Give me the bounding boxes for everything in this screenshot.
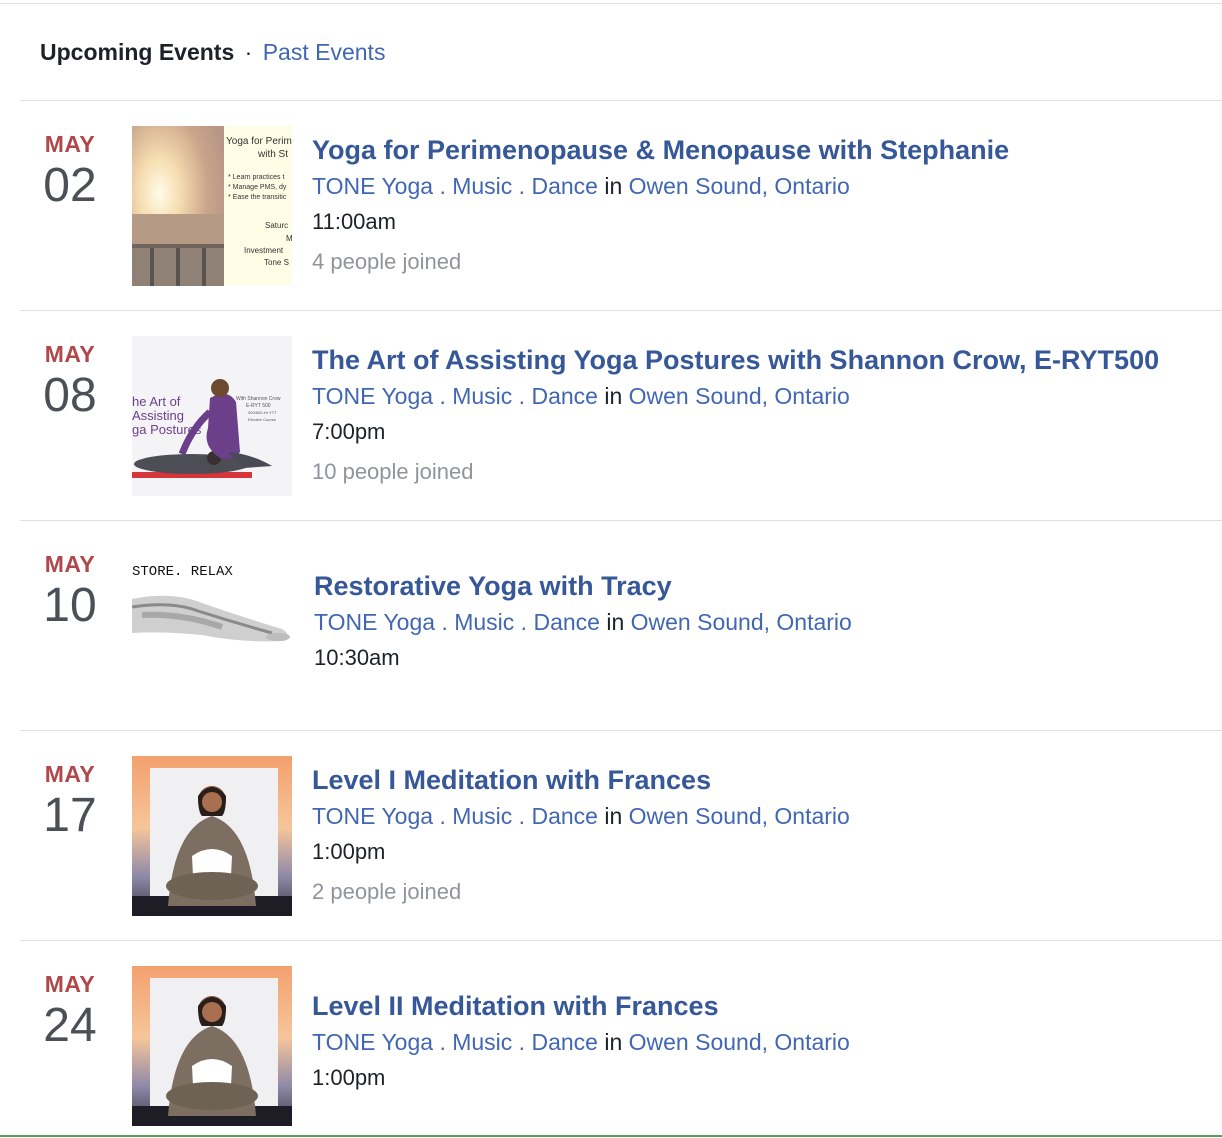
svg-text:* Manage PMS, dy: * Manage PMS, dy [228,184,287,191]
svg-text:Tone S: Tone S [264,258,289,267]
svg-text:Investment: Investment [244,246,284,255]
event-list: MAY 02 Yoga for Perim with St * Learn pr… [0,0,1222,1138]
event-info: Restorative Yoga with Tracy TONE Yoga . … [314,569,1219,673]
event-month: MAY [44,341,96,367]
event-date: MAY 17 [20,761,120,845]
event-info: Level II Meditation with Frances TONE Yo… [312,989,1217,1093]
event-date: MAY 02 [20,131,120,215]
assisting-postures-poster-image: he Art of Assisting ga Postures With Sha… [132,336,292,496]
event-month: MAY [44,971,96,997]
svg-text:Saturc: Saturc [265,221,288,230]
event-date: MAY 24 [20,971,120,1055]
meditation-poster-image [132,966,292,1126]
event-time: 1:00pm [312,839,386,864]
event-in-text: in [604,173,623,199]
event-location-link[interactable]: Owen Sound, Ontario [631,609,852,635]
event-in-text: in [604,803,623,829]
event-meta: TONE Yoga . Music . Dance in Owen Sound,… [312,171,1217,201]
event-joined-count[interactable]: 2 people joined [312,877,1217,907]
event-host-link[interactable]: TONE Yoga . Music . Dance [312,803,598,829]
bottom-divider [0,1135,1222,1137]
event-title-link[interactable]: Restorative Yoga with Tracy [314,569,1219,603]
meditation-poster-image [132,756,292,916]
event-thumbnail[interactable]: he Art of Assisting ga Postures With Sha… [132,336,292,496]
event-day: 17 [43,789,97,842]
event-title-link[interactable]: Level II Meditation with Frances [312,989,1217,1023]
event-item: MAY 17 Level I Meditation with Frances T… [20,730,1222,941]
event-meta: TONE Yoga . Music . Dance in Owen Sound,… [312,801,1217,831]
restorative-poster-image: STORE. RELAX [132,551,292,671]
event-host-link[interactable]: TONE Yoga . Music . Dance [312,383,598,409]
event-day: 10 [43,579,97,632]
svg-text:Elective Course: Elective Course [248,417,277,422]
event-title-link[interactable]: Yoga for Perimenopause & Menopause with … [312,133,1217,167]
event-date: MAY 08 [20,341,120,425]
event-location-link[interactable]: Owen Sound, Ontario [629,803,850,829]
event-time: 7:00pm [312,419,386,444]
svg-text:300/500-Hr YTT: 300/500-Hr YTT [248,410,277,415]
event-host-link[interactable]: TONE Yoga . Music . Dance [314,609,600,635]
event-day: 24 [43,999,97,1052]
event-thumbnail[interactable]: Yoga for Perim with St * Learn practices… [132,126,292,286]
event-item: MAY 02 Yoga for Perim with St * Learn pr… [20,100,1222,311]
svg-text:* Learn practices t: * Learn practices t [228,174,284,181]
sunset-poster-image: Yoga for Perim with St * Learn practices… [132,126,292,286]
event-time: 1:00pm [312,1065,386,1090]
svg-text:he Art of: he Art of [132,394,181,409]
svg-text:With Shannon Crow: With Shannon Crow [236,396,281,402]
event-month: MAY [44,761,96,787]
event-date: MAY 10 [20,551,120,635]
event-info: Level I Meditation with Frances TONE Yog… [312,763,1217,907]
svg-text:E-RYT 500: E-RYT 500 [246,403,271,409]
svg-text:M: M [286,234,292,243]
svg-text:STORE. RELAX: STORE. RELAX [132,564,233,580]
svg-text:ga Postures: ga Postures [132,422,202,437]
event-item: MAY 10 STORE. RELAX Restorative Yoga wit… [20,520,1222,731]
event-info: Yoga for Perimenopause & Menopause with … [312,133,1217,277]
event-location-link[interactable]: Owen Sound, Ontario [629,383,850,409]
event-thumbnail[interactable] [132,966,292,1126]
event-joined-count[interactable]: 10 people joined [312,457,1217,487]
event-meta: TONE Yoga . Music . Dance in Owen Sound,… [314,607,1219,637]
svg-text:with St: with St [257,149,288,160]
event-time: 11:00am [312,209,396,234]
event-location-link[interactable]: Owen Sound, Ontario [629,1029,850,1055]
event-host-link[interactable]: TONE Yoga . Music . Dance [312,1029,598,1055]
event-time: 10:30am [314,645,400,670]
event-day: 02 [43,159,97,212]
event-month: MAY [44,551,96,577]
svg-text:Assisting: Assisting [132,408,184,423]
event-meta: TONE Yoga . Music . Dance in Owen Sound,… [312,381,1217,411]
event-host-link[interactable]: TONE Yoga . Music . Dance [312,173,598,199]
event-item: MAY 08 he Art of Assisting ga Postures W… [20,310,1222,521]
event-title-link[interactable]: Level I Meditation with Frances [312,763,1217,797]
svg-text:* Ease the transitic: * Ease the transitic [228,194,287,201]
event-meta: TONE Yoga . Music . Dance in Owen Sound,… [312,1027,1217,1057]
event-in-text: in [604,383,623,409]
svg-text:Yoga for Perim: Yoga for Perim [226,136,292,147]
event-day: 08 [43,369,97,422]
event-location-link[interactable]: Owen Sound, Ontario [629,173,850,199]
event-in-text: in [606,609,625,635]
event-info: The Art of Assisting Yoga Postures with … [312,343,1217,487]
event-thumbnail[interactable]: STORE. RELAX [132,551,292,711]
event-title-link[interactable]: The Art of Assisting Yoga Postures with … [312,343,1217,377]
event-month: MAY [44,131,96,157]
event-item: MAY 24 Level II Meditation with Frances … [20,940,1222,1136]
event-in-text: in [604,1029,623,1055]
event-thumbnail[interactable] [132,756,292,916]
event-joined-count[interactable]: 4 people joined [312,247,1217,277]
